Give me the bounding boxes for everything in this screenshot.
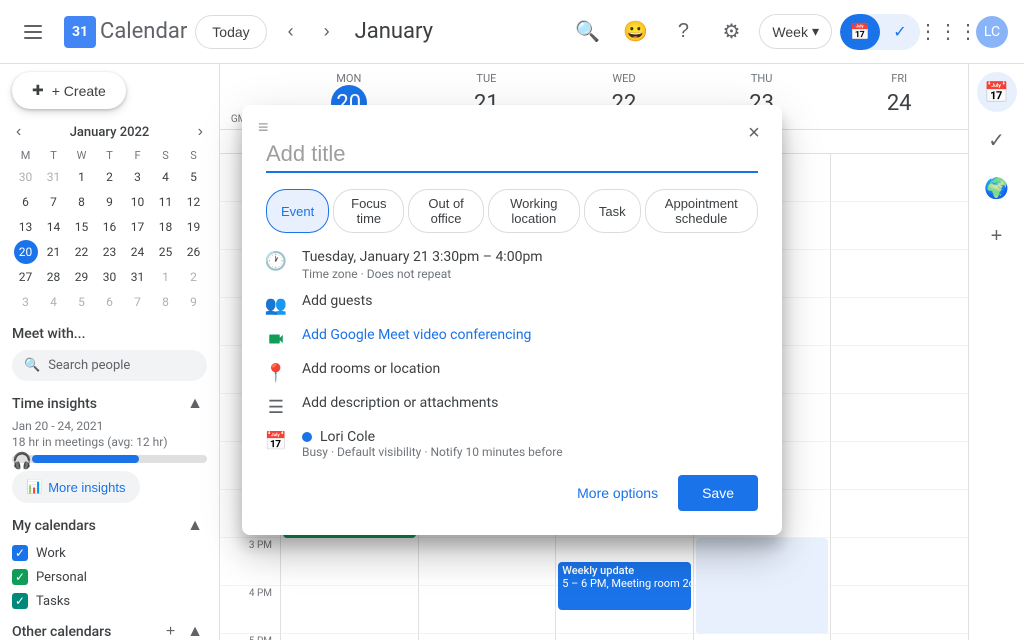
tab-event[interactable]: Event <box>266 189 329 233</box>
modal-description-text[interactable]: Add description or attachments <box>302 395 758 411</box>
modal-overlay: ≡ × Event Focus time Out of office Worki… <box>0 0 1024 640</box>
modal-cal-status: Busy · Default visibility · Notify 10 mi… <box>302 445 758 459</box>
calendar-row-icon: 📅 <box>266 431 286 451</box>
modal-location-content: Add rooms or location <box>302 361 758 377</box>
modal-cal-user: Lori Cole <box>320 429 375 445</box>
modal-tabs: Event Focus time Out of office Working l… <box>266 189 758 233</box>
modal-meet-content: Add Google Meet video conferencing <box>302 327 758 343</box>
modal-datetime-text[interactable]: Tuesday, January 21 3:30pm – 4:00pm <box>302 249 758 265</box>
clock-icon: 🕐 <box>266 251 286 271</box>
modal-close-button[interactable]: × <box>738 117 770 149</box>
modal-guests-row: 👥 Add guests <box>266 293 758 315</box>
calendar-color-dot <box>302 432 312 442</box>
modal-datetime-content: Tuesday, January 21 3:30pm – 4:00pm Time… <box>302 249 758 281</box>
modal-guests-content: Add guests <box>302 293 758 309</box>
event-title-input[interactable] <box>266 137 758 173</box>
modal-location-text[interactable]: Add rooms or location <box>302 361 758 377</box>
meet-icon <box>266 329 286 349</box>
modal-meet-link[interactable]: Add Google Meet video conferencing <box>302 327 758 343</box>
tab-working-location[interactable]: Working location <box>488 189 580 233</box>
description-icon: ☰ <box>266 397 286 417</box>
modal-datetime-row: 🕐 Tuesday, January 21 3:30pm – 4:00pm Ti… <box>266 249 758 281</box>
drag-handle-icon: ≡ <box>258 117 269 138</box>
tab-out-of-office[interactable]: Out of office <box>408 189 483 233</box>
tab-task[interactable]: Task <box>584 189 641 233</box>
guests-icon: 👥 <box>266 295 286 315</box>
modal-description-content: Add description or attachments <box>302 395 758 411</box>
modal-meet-row: Add Google Meet video conferencing <box>266 327 758 349</box>
tab-appointment-schedule[interactable]: Appointment schedule <box>645 189 758 233</box>
tab-focus-time[interactable]: Focus time <box>333 189 404 233</box>
modal-calendar-content: Lori Cole Busy · Default visibility · No… <box>302 429 758 459</box>
more-options-button[interactable]: More options <box>565 477 670 509</box>
save-button[interactable]: Save <box>678 475 758 511</box>
modal-guests-text[interactable]: Add guests <box>302 293 758 309</box>
event-create-modal: ≡ × Event Focus time Out of office Worki… <box>242 105 782 535</box>
modal-calendar-row: 📅 Lori Cole Busy · Default visibility · … <box>266 429 758 459</box>
location-icon: 📍 <box>266 363 286 383</box>
modal-description-row: ☰ Add description or attachments <box>266 395 758 417</box>
modal-location-row: 📍 Add rooms or location <box>266 361 758 383</box>
modal-footer: More options Save <box>266 475 758 511</box>
modal-calendar-user-row: Lori Cole <box>302 429 758 445</box>
modal-timezone-text[interactable]: Time zone · Does not repeat <box>302 267 758 281</box>
